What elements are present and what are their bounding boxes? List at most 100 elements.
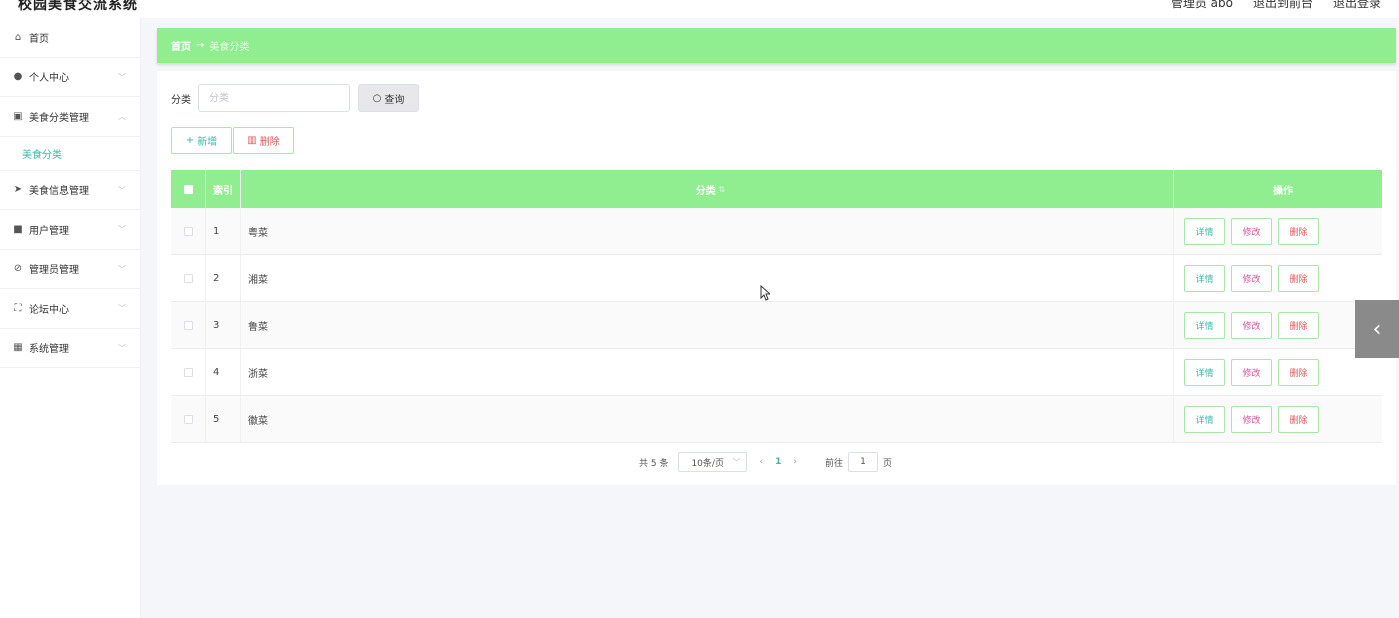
send-icon: ➤ bbox=[13, 184, 23, 196]
row-index: 1 bbox=[206, 208, 241, 254]
row-checkbox[interactable] bbox=[183, 226, 193, 236]
search-label: 分类 bbox=[171, 94, 191, 106]
row-category: 鲁菜 bbox=[241, 302, 1174, 348]
goto-page-input[interactable]: 1 bbox=[847, 452, 878, 472]
row-index: 5 bbox=[206, 396, 241, 442]
main-panel: 分类 ○ 查询 + 新增 ▥ 删除 索引 分类 ⇅ 操作 bbox=[157, 71, 1396, 485]
delete-button[interactable]: 删除 bbox=[1278, 358, 1319, 386]
sidebar-item-home[interactable]: ⌂ 首页 bbox=[0, 18, 140, 58]
chevron-down-icon: ﹀ bbox=[118, 225, 126, 234]
chevron-down-icon: ﹀ bbox=[118, 304, 126, 313]
trash-icon: ▥ bbox=[247, 135, 257, 146]
sidebar-item-label: 论坛中心 bbox=[29, 304, 69, 316]
detail-button[interactable]: 详情 bbox=[1184, 405, 1225, 433]
app-title: 校园美食交流系统 bbox=[18, 0, 138, 13]
row-checkbox-cell bbox=[171, 396, 206, 442]
home-icon: ⌂ bbox=[14, 31, 22, 43]
sidebar-item-label: 美食信息管理 bbox=[29, 186, 89, 198]
header-index: 索引 bbox=[206, 170, 241, 208]
row-checkbox[interactable] bbox=[183, 367, 193, 377]
sidebar-item-profile[interactable]: ● 个人中心 ﹀ bbox=[0, 58, 140, 97]
row-checkbox[interactable] bbox=[183, 320, 193, 330]
row-ops: 详情 修改 删除 bbox=[1174, 208, 1382, 254]
side-panel-toggle[interactable]: ‹ bbox=[1355, 300, 1399, 358]
row-ops: 详情 修改 删除 bbox=[1174, 349, 1382, 395]
detail-button[interactable]: 详情 bbox=[1184, 264, 1225, 292]
category-table: 索引 分类 ⇅ 操作 1 粤菜 详情 修改 删除 2 湘菜 详情 修改 删除 3… bbox=[171, 170, 1382, 443]
back-to-front-link[interactable]: 退出到前台 bbox=[1253, 0, 1313, 11]
delete-button[interactable]: 删除 bbox=[1278, 311, 1319, 339]
chevron-down-icon: ﹀ bbox=[732, 458, 741, 467]
edit-button[interactable]: 修改 bbox=[1231, 311, 1272, 339]
logout-link[interactable]: 退出登录 bbox=[1333, 0, 1381, 11]
help-circle-icon: ⊘ bbox=[13, 263, 23, 275]
search-row: 分类 ○ 查询 bbox=[171, 84, 419, 112]
page-size-select[interactable]: 10条/页 ﹀ bbox=[678, 452, 748, 472]
row-ops: 详情 修改 删除 bbox=[1174, 396, 1382, 442]
header-category[interactable]: 分类 ⇅ bbox=[241, 170, 1174, 208]
breadcrumb: 首页 → 美食分类 bbox=[157, 28, 1396, 63]
sidebar-item-admins[interactable]: ⊘ 管理员管理 ﹀ bbox=[0, 250, 140, 289]
query-button[interactable]: ○ 查询 bbox=[358, 84, 419, 112]
row-checkbox-cell bbox=[171, 208, 206, 254]
sidebar-item-food-info[interactable]: ➤ 美食信息管理 ﹀ bbox=[0, 171, 140, 210]
row-checkbox-cell bbox=[171, 349, 206, 395]
admin-label: 管理员 abo bbox=[1170, 0, 1233, 10]
header-operation: 操作 bbox=[1273, 185, 1293, 197]
frame-icon: ⛶ bbox=[14, 302, 22, 314]
row-ops: 详情 修改 删除 bbox=[1174, 255, 1382, 301]
detail-button[interactable]: 详情 bbox=[1184, 311, 1225, 339]
sidebar-item-system[interactable]: ▦ 系统管理 ﹀ bbox=[0, 329, 140, 368]
current-page-number[interactable]: 1 bbox=[775, 457, 781, 467]
sidebar-item-users[interactable]: ■ 用户管理 ﹀ bbox=[0, 210, 140, 250]
pagination: 共 5 条 10条/页 ﹀ ‹ 1 › 前往 1 页 bbox=[639, 452, 892, 472]
breadcrumb-home[interactable]: 首页 bbox=[171, 38, 191, 53]
row-checkbox[interactable] bbox=[183, 414, 193, 424]
row-checkbox[interactable] bbox=[183, 273, 193, 283]
table-header: 索引 分类 ⇅ 操作 bbox=[171, 170, 1382, 208]
edit-button[interactable]: 修改 bbox=[1231, 264, 1272, 292]
table-row: 5 徽菜 详情 修改 删除 bbox=[171, 396, 1382, 443]
pagination-total: 共 5 条 bbox=[639, 458, 669, 469]
top-bar: 校园美食交流系统 管理员 abo 退出到前台 退出登录 bbox=[0, 0, 1399, 18]
sidebar-item-food-category[interactable]: ▣ 美食分类管理 ︿ bbox=[0, 97, 140, 137]
detail-button[interactable]: 详情 bbox=[1184, 358, 1225, 386]
edit-button[interactable]: 修改 bbox=[1231, 358, 1272, 386]
sidebar-item-label: 首页 bbox=[29, 33, 49, 45]
delete-button[interactable]: 删除 bbox=[1278, 264, 1319, 292]
batch-delete-label: 删除 bbox=[259, 137, 280, 148]
chevron-down-icon: ﹀ bbox=[118, 72, 126, 82]
row-category: 粤菜 bbox=[241, 208, 1174, 254]
page-size-value: 10条/页 bbox=[691, 458, 724, 469]
sidebar-subitem-food-category[interactable]: 美食分类 bbox=[0, 137, 140, 171]
chevron-left-icon: ‹ bbox=[1372, 316, 1382, 342]
next-page-button[interactable]: › bbox=[793, 457, 797, 467]
prev-page-button[interactable]: ‹ bbox=[759, 457, 763, 467]
chevron-up-icon: ︿ bbox=[118, 112, 126, 121]
sort-icon: ⇅ bbox=[718, 184, 726, 194]
mouse-cursor-icon bbox=[760, 285, 770, 301]
header-category-label: 分类 bbox=[695, 185, 716, 197]
add-button-label: 新增 bbox=[197, 137, 218, 148]
row-category: 湘菜 bbox=[241, 255, 1174, 301]
query-button-label: 查询 bbox=[384, 94, 405, 106]
row-index: 2 bbox=[206, 255, 241, 301]
table-row: 2 湘菜 详情 修改 删除 bbox=[171, 255, 1382, 302]
edit-button[interactable]: 修改 bbox=[1231, 217, 1272, 245]
edit-button[interactable]: 修改 bbox=[1231, 405, 1272, 433]
chevron-down-icon: ﹀ bbox=[118, 264, 126, 274]
delete-button[interactable]: 删除 bbox=[1278, 217, 1319, 245]
batch-delete-button[interactable]: ▥ 删除 bbox=[233, 127, 294, 154]
top-right-links: 管理员 abo 退出到前台 退出登录 bbox=[1171, 0, 1381, 11]
search-input[interactable] bbox=[198, 84, 350, 112]
row-index: 3 bbox=[206, 302, 241, 348]
sidebar-item-forum[interactable]: ⛶ 论坛中心 ﹀ bbox=[0, 289, 140, 329]
delete-button[interactable]: 删除 bbox=[1278, 405, 1319, 433]
select-all-checkbox[interactable] bbox=[183, 184, 193, 194]
sidebar: ⌂ 首页 ● 个人中心 ﹀ ▣ 美食分类管理 ︿ 美食分类 ➤ 美食信息管理 ﹀… bbox=[0, 18, 141, 618]
table-row: 3 鲁菜 详情 修改 删除 bbox=[171, 302, 1382, 349]
sidebar-item-label: 个人中心 bbox=[29, 73, 69, 85]
sidebar-item-label: 管理员管理 bbox=[29, 265, 79, 277]
add-button[interactable]: + 新增 bbox=[171, 127, 232, 154]
detail-button[interactable]: 详情 bbox=[1184, 217, 1225, 245]
